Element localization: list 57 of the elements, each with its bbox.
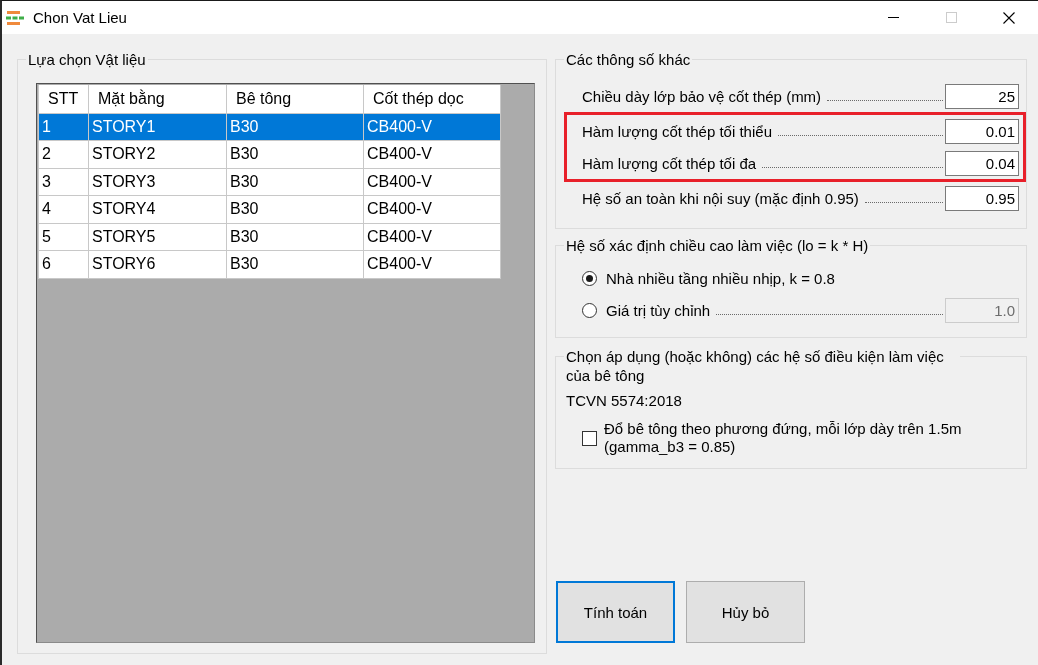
window-title: Chon Vat Lieu — [33, 9, 127, 26]
minimize-icon[interactable] — [887, 17, 899, 18]
checkbox-label: Đổ bê tông theo phương đứng, mỗi lớp dày trên 1.5m (gamma_b3 = 0.85) — [604, 420, 963, 456]
field-label: Chiều dày lớp bảo vệ cốt thép (mm) — [582, 87, 822, 105]
table-cell: CB400-V — [363, 250, 501, 278]
dialog-button[interactable]: Tính toán — [556, 581, 675, 643]
striped-lines-icon — [6, 10, 24, 25]
table-row[interactable]: 2 STORY2 B30 CB400-V — [38, 140, 501, 168]
table-cell: STORY4 — [88, 195, 227, 223]
standard-label: TCVN 5574:2018 — [566, 391, 682, 411]
close-icon[interactable] — [1003, 11, 1015, 24]
table-row[interactable]: 6 STORY6 B30 CB400-V — [38, 250, 501, 278]
table-cell: B30 — [226, 223, 364, 251]
checkbox[interactable] — [582, 430, 597, 446]
radio-button[interactable] — [582, 270, 597, 286]
field-label: Hàm lượng cốt thép tối đa — [582, 154, 757, 172]
table-cell: B30 — [226, 250, 364, 278]
table-cell: CB400-V — [363, 223, 501, 251]
field-label: Hàm lượng cốt thép tối thiểu — [582, 122, 772, 140]
input-field[interactable]: 0.95 — [945, 185, 1019, 211]
input-field[interactable]: 25 — [945, 83, 1019, 109]
table-cell: 6 — [38, 250, 89, 278]
table-row[interactable]: 1 STORY1 B30 CB400-V — [38, 113, 501, 141]
table-cell: STORY3 — [88, 168, 227, 196]
field-label: Hệ số an toàn khi nội suy (mặc định 0.95) — [582, 189, 859, 207]
table-cell: 1 — [38, 113, 89, 141]
table-cell: CB400-V — [363, 168, 501, 196]
dialog-button[interactable]: Hủy bỏ — [686, 581, 805, 643]
table-cell: CB400-V — [363, 113, 501, 141]
table-cell: 4 — [38, 195, 89, 223]
table-row[interactable]: 3 STORY3 B30 CB400-V — [38, 168, 501, 196]
table-cell: STORY2 — [88, 140, 227, 168]
table-cell: CB400-V — [363, 140, 501, 168]
table-cell: STORY5 — [88, 223, 227, 251]
group-title: Hệ số xác định chiều cao làm việc (lo = k * H) — [564, 236, 871, 255]
table-cell: CB400-V — [363, 195, 501, 223]
table-cell: B30 — [226, 113, 364, 141]
table-cell: B30 — [226, 195, 364, 223]
input-field[interactable]: 0.04 — [945, 150, 1019, 176]
table-cell: 2 — [38, 140, 89, 168]
column-header[interactable]: STT — [38, 85, 89, 113]
table-cell: B30 — [226, 168, 364, 196]
option-label: Nhà nhiều tầng nhiều nhịp, k = 0.8 — [606, 269, 835, 287]
table-cell: 5 — [38, 223, 89, 251]
table-cell: STORY1 — [88, 113, 227, 141]
column-header[interactable]: Mặt bằng — [88, 85, 227, 113]
table-cell: 3 — [38, 168, 89, 196]
table-cell: STORY6 — [88, 250, 227, 278]
column-header[interactable]: Cốt thép dọc — [363, 85, 501, 113]
table-row[interactable]: 5 STORY5 B30 CB400-V — [38, 223, 501, 251]
column-header[interactable]: Bê tông — [226, 85, 364, 113]
table-row[interactable]: 4 STORY4 B30 CB400-V — [38, 195, 501, 223]
option-label: Giá trị tùy chỉnh — [606, 301, 711, 319]
table-cell: B30 — [226, 140, 364, 168]
group-title: Các thông số khác — [564, 50, 693, 69]
input-field[interactable]: 0.01 — [945, 118, 1019, 144]
group-title: Chọn áp dụng (hoặc không) các hệ số điều kiện làm việc của bê tông — [564, 347, 960, 385]
